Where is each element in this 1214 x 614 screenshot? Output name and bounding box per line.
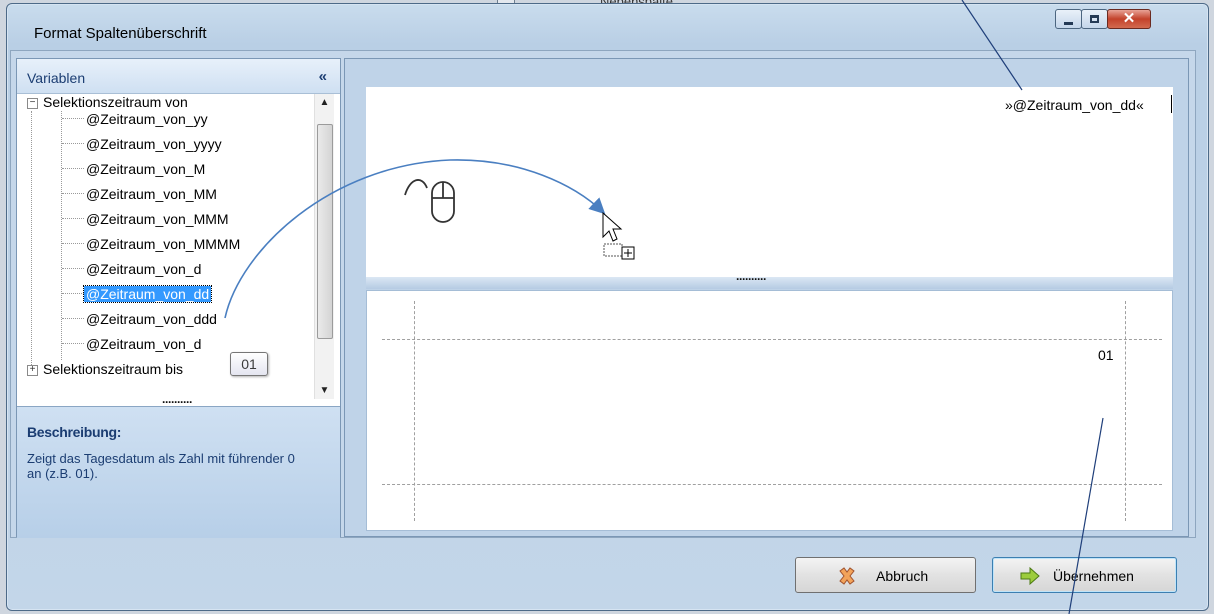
tree-connector bbox=[62, 193, 84, 194]
variables-pane-header: Variablen « bbox=[17, 59, 340, 94]
tree-node-label: @Zeitraum_von_M bbox=[86, 161, 206, 177]
expand-node-icon[interactable]: + bbox=[27, 365, 38, 376]
text-caret bbox=[1171, 95, 1172, 113]
cancel-button-label: Abbruch bbox=[876, 568, 929, 584]
apply-button-label: Übernehmen bbox=[1053, 568, 1134, 584]
guide-line bbox=[382, 339, 1162, 340]
tree-node-leaf-selected[interactable]: @Zeitraum_von_dd bbox=[82, 283, 213, 305]
tree-node-label: @Zeitraum_von_yy bbox=[86, 111, 208, 127]
tree-connector bbox=[62, 118, 84, 119]
tree-connector bbox=[62, 143, 84, 144]
tree-scrollbar[interactable]: ▲ ▼ bbox=[314, 94, 334, 399]
tree-connector bbox=[62, 318, 84, 319]
tree-node-label: Selektionszeitraum bis bbox=[43, 361, 184, 377]
inserted-variable-text[interactable]: »@Zeitraum_von_dd« bbox=[1005, 97, 1144, 113]
tree-node-leaf[interactable]: @Zeitraum_von_yyyy bbox=[84, 133, 224, 155]
title-bar[interactable]: Format Spaltenüberschrift ✕ bbox=[7, 4, 1208, 42]
tree-node-label: @Zeitraum_von_MM bbox=[86, 186, 217, 202]
scrollbar-thumb[interactable] bbox=[317, 124, 333, 339]
tree-node-root-collapsed[interactable]: + Selektionszeitraum bis bbox=[17, 358, 185, 380]
apply-arrow-icon bbox=[1020, 566, 1040, 586]
tree-node-leaf[interactable]: @Zeitraum_von_M bbox=[84, 158, 207, 180]
description-title: Beschreibung: bbox=[27, 424, 122, 440]
variables-pane: Variablen « − Selektionszeitraum von @Ze… bbox=[16, 58, 341, 538]
splitter-grip-icon[interactable]: ·········· bbox=[736, 272, 767, 286]
collapse-pane-icon[interactable]: « bbox=[319, 68, 327, 85]
scroll-up-arrow-icon[interactable]: ▲ bbox=[315, 94, 334, 111]
close-icon: ✕ bbox=[1122, 10, 1136, 27]
collapse-node-icon[interactable]: − bbox=[27, 98, 38, 109]
tree-node-leaf[interactable]: @Zeitraum_von_d bbox=[84, 333, 236, 355]
guide-line bbox=[414, 301, 415, 521]
guide-line bbox=[382, 484, 1162, 485]
close-button[interactable]: ✕ bbox=[1107, 9, 1151, 29]
tree-guide-line bbox=[61, 111, 62, 360]
description-text: Zeigt das Tagesdatum als Zahl mit führen… bbox=[27, 451, 295, 481]
value-tooltip: 01 bbox=[230, 352, 268, 376]
maximize-button[interactable] bbox=[1081, 9, 1108, 29]
tree-node-leaf[interactable]: @Zeitraum_von_MM bbox=[84, 183, 219, 205]
minimize-icon bbox=[1064, 22, 1073, 25]
variable-tree: − Selektionszeitraum von @Zeitraum_von_y… bbox=[17, 94, 313, 399]
tree-node-leaf[interactable]: @Zeitraum_von_MMMM bbox=[84, 233, 242, 255]
cancel-x-icon bbox=[839, 567, 855, 585]
scroll-down-arrow-icon[interactable]: ▼ bbox=[315, 382, 334, 399]
tree-node-label: @Zeitraum_von_MMMM bbox=[86, 236, 241, 252]
tree-connector bbox=[62, 218, 84, 219]
preview-splitter[interactable]: ·········· bbox=[366, 272, 1173, 289]
tree-node-label: @Zeitraum_von_MMM bbox=[86, 211, 229, 227]
minimize-button[interactable] bbox=[1055, 9, 1082, 29]
tree-node-label: @Zeitraum_von_d bbox=[86, 336, 202, 352]
variables-pane-title: Variablen bbox=[27, 70, 86, 86]
tree-connector bbox=[62, 293, 84, 294]
tree-node-leaf[interactable]: @Zeitraum_von_MMM bbox=[84, 208, 231, 230]
tree-node-label: @Zeitraum_von_ddd bbox=[86, 311, 217, 327]
apply-button[interactable]: Übernehmen bbox=[992, 557, 1177, 593]
window-title: Format Spaltenüberschrift bbox=[34, 25, 207, 42]
tree-node-leaf[interactable]: @Zeitraum_von_d bbox=[84, 258, 203, 280]
guide-line bbox=[1125, 301, 1126, 521]
description-panel: Beschreibung: Zeigt das Tagesdatum als Z… bbox=[17, 406, 340, 538]
tree-connector bbox=[62, 168, 84, 169]
tree-node-label: @Zeitraum_von_d bbox=[86, 261, 202, 277]
tree-connector bbox=[62, 243, 84, 244]
preview-value: 01 bbox=[1098, 347, 1114, 363]
tree-connector bbox=[62, 268, 84, 269]
tree-node-label: @Zeitraum_von_yyyy bbox=[86, 136, 222, 152]
preview-area bbox=[366, 290, 1173, 531]
cancel-button[interactable]: Abbruch bbox=[795, 557, 976, 593]
tree-connector bbox=[62, 343, 84, 344]
tree-guide-line bbox=[31, 111, 32, 367]
tree-node-label: @Zeitraum_von_dd bbox=[82, 285, 213, 303]
maximize-icon bbox=[1090, 15, 1099, 23]
header-edit-area[interactable] bbox=[366, 87, 1173, 277]
tree-node-leaf[interactable]: @Zeitraum_von_ddd bbox=[84, 308, 219, 330]
tree-node-leaf[interactable]: @Zeitraum_von_yy bbox=[84, 108, 210, 130]
